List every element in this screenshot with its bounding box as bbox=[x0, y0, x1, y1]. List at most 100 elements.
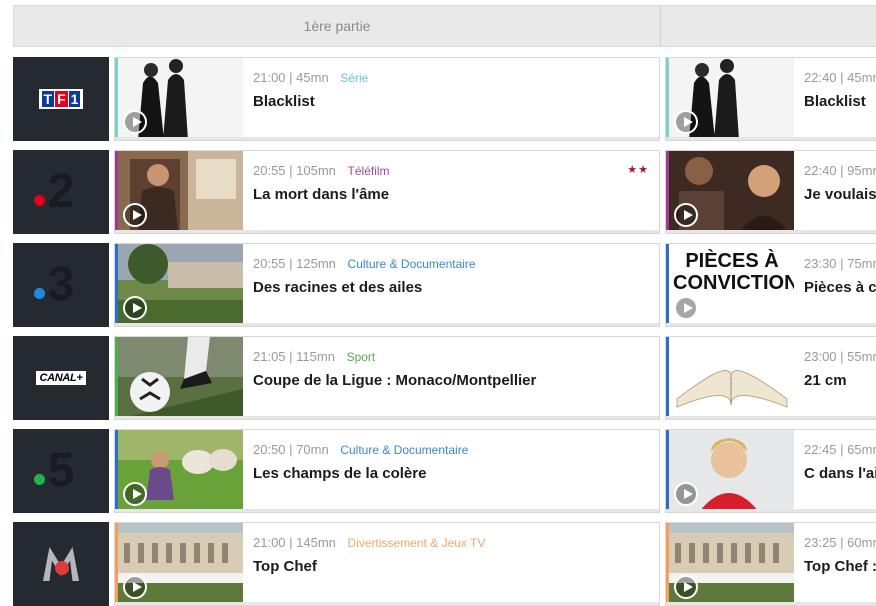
program-card-france3-first[interactable]: 20:55 | 125mn Culture & Documentaire Des… bbox=[114, 243, 660, 327]
program-card-france5-first[interactable]: 20:50 | 70mn Culture & Documentaire Les … bbox=[114, 429, 660, 513]
program-thumbnail[interactable]: PIÈCES À CONVICTION bbox=[669, 244, 794, 326]
program-thumbnail[interactable] bbox=[669, 151, 794, 233]
program-duration: | 95mn bbox=[840, 163, 876, 178]
program-duration: | 45mn bbox=[840, 70, 876, 85]
program-title[interactable]: Les champs de la colère bbox=[253, 465, 426, 482]
progress-track bbox=[115, 509, 659, 512]
m6-logo-icon bbox=[43, 547, 79, 581]
program-card-m6-second[interactable]: 23:25 | 60mn Top Chef : bbox=[665, 522, 876, 606]
thumbnail-caption: PIÈCES À CONVICTION bbox=[673, 250, 794, 294]
program-title[interactable]: Blacklist bbox=[253, 93, 315, 110]
channel-logo-france3[interactable]: 3 bbox=[13, 243, 109, 327]
progress-track bbox=[666, 509, 876, 512]
program-card-tf1-first[interactable]: 21:00 | 45mn Série Blacklist bbox=[114, 57, 660, 141]
program-thumbnail[interactable] bbox=[118, 58, 243, 140]
program-meta: 23:00 | 55mn bbox=[804, 349, 876, 364]
program-card-canalplus-second[interactable]: 23:00 | 55mn 21 cm bbox=[665, 336, 876, 420]
program-meta: 20:55 | 125mn Culture & Documentaire bbox=[253, 256, 476, 271]
program-genre: Divertissement & Jeux TV bbox=[347, 536, 486, 550]
program-duration: | 75mn bbox=[840, 256, 876, 271]
program-thumbnail[interactable] bbox=[669, 337, 794, 419]
program-title[interactable]: Je voulais bbox=[804, 186, 876, 203]
program-meta: 22:45 | 65mn bbox=[804, 442, 876, 457]
program-time: 20:55 bbox=[253, 256, 286, 271]
france3-logo-icon: 3 bbox=[33, 261, 74, 309]
program-title[interactable]: La mort dans l'âme bbox=[253, 186, 389, 203]
channel-logo-france5[interactable]: 5 bbox=[13, 429, 109, 513]
play-icon[interactable] bbox=[674, 296, 698, 320]
program-title[interactable]: Des racines et des ailes bbox=[253, 279, 422, 296]
program-meta: 20:50 | 70mn Culture & Documentaire bbox=[253, 442, 468, 457]
channel-row-france3: 3 20:55 | 125mn Culture & Documentaire D… bbox=[13, 243, 876, 327]
program-duration: | 70mn bbox=[289, 442, 329, 457]
program-card-france3-second[interactable]: PIÈCES À CONVICTION 23:30 | 75mn Pièces … bbox=[665, 243, 876, 327]
program-meta: 21:00 | 45mn Série bbox=[253, 70, 368, 85]
channel-logo-m6[interactable] bbox=[13, 522, 109, 606]
france5-logo-icon: 5 bbox=[33, 447, 74, 495]
program-title[interactable]: 21 cm bbox=[804, 372, 847, 389]
channel-row-france5: 5 20:50 | 70mn Culture & Documentaire Le… bbox=[13, 429, 876, 513]
channel-row-m6: 21:00 | 145mn Divertissement & Jeux TV T… bbox=[13, 522, 876, 606]
program-card-m6-first[interactable]: 21:00 | 145mn Divertissement & Jeux TV T… bbox=[114, 522, 660, 606]
program-duration: | 45mn bbox=[289, 70, 329, 85]
program-thumbnail[interactable] bbox=[118, 430, 243, 512]
program-time: 22:40 bbox=[804, 163, 837, 178]
tf1-logo-icon: T F 1 bbox=[38, 89, 84, 109]
channel-logo-canalplus[interactable]: CANAL+ bbox=[13, 336, 109, 420]
program-thumbnail[interactable] bbox=[669, 58, 794, 140]
program-duration: | 105mn bbox=[289, 163, 336, 178]
program-title[interactable]: Pièces à c bbox=[804, 279, 876, 296]
program-meta: 22:40 | 45mn bbox=[804, 70, 876, 85]
program-time: 23:30 bbox=[804, 256, 837, 271]
program-card-tf1-second[interactable]: 22:40 | 45mn Blacklist bbox=[665, 57, 876, 141]
play-icon[interactable] bbox=[123, 482, 147, 506]
program-thumbnail[interactable] bbox=[669, 523, 794, 605]
program-thumbnail[interactable] bbox=[118, 523, 243, 605]
program-thumbnail[interactable] bbox=[118, 244, 243, 326]
program-thumbnail[interactable] bbox=[669, 430, 794, 512]
program-title[interactable]: Blacklist bbox=[804, 93, 866, 110]
channel-logo-tf1[interactable]: T F 1 bbox=[13, 57, 109, 141]
program-meta: 21:05 | 115mn Sport bbox=[253, 349, 375, 364]
play-icon[interactable] bbox=[123, 296, 147, 320]
program-card-france5-second[interactable]: 22:45 | 65mn C dans l'ai bbox=[665, 429, 876, 513]
program-genre: Téléfilm bbox=[347, 164, 390, 178]
program-title[interactable]: Coupe de la Ligue : Monaco/Montpellier bbox=[253, 372, 536, 389]
play-icon[interactable] bbox=[674, 482, 698, 506]
program-genre: Sport bbox=[346, 350, 376, 364]
play-icon[interactable] bbox=[674, 110, 698, 134]
program-meta: 22:40 | 95mn bbox=[804, 163, 876, 178]
program-thumbnail[interactable] bbox=[118, 151, 243, 233]
program-meta: 23:25 | 60mn bbox=[804, 535, 876, 550]
progress-track bbox=[115, 230, 659, 233]
program-title[interactable]: C dans l'ai bbox=[804, 465, 876, 482]
program-meta: 21:00 | 145mn Divertissement & Jeux TV bbox=[253, 535, 485, 550]
header-first-part: 1ère partie bbox=[14, 6, 661, 46]
program-duration: | 55mn bbox=[840, 349, 876, 364]
play-icon[interactable] bbox=[123, 575, 147, 599]
program-duration: | 65mn bbox=[840, 442, 876, 457]
program-card-canalplus-first[interactable]: 21:05 | 115mn Sport Coupe de la Ligue : … bbox=[114, 336, 660, 420]
program-time: 20:50 bbox=[253, 442, 286, 457]
program-card-france2-second[interactable]: 22:40 | 95mn Je voulais bbox=[665, 150, 876, 234]
program-title[interactable]: Top Chef bbox=[253, 558, 317, 575]
progress-track bbox=[666, 137, 876, 140]
rating-stars-icon: ★★ bbox=[627, 164, 649, 176]
program-duration: | 145mn bbox=[289, 535, 336, 550]
play-icon[interactable] bbox=[674, 575, 698, 599]
progress-track bbox=[115, 416, 659, 419]
program-time: 21:00 bbox=[253, 535, 286, 550]
progress-track bbox=[115, 137, 659, 140]
program-card-france2-first[interactable]: 20:55 | 105mn Téléfilm ★★ La mort dans l… bbox=[114, 150, 660, 234]
program-meta: 20:55 | 105mn Téléfilm bbox=[253, 163, 390, 178]
program-genre: Culture & Documentaire bbox=[347, 257, 476, 271]
program-duration: | 115mn bbox=[289, 349, 335, 364]
program-title[interactable]: Top Chef : bbox=[804, 558, 876, 575]
channel-row-canalplus: CANAL+ 21:05 | 115mn Sport Coupe de la L… bbox=[13, 336, 876, 420]
channel-logo-france2[interactable]: 2 bbox=[13, 150, 109, 234]
progress-track bbox=[666, 323, 876, 326]
program-thumbnail[interactable] bbox=[118, 337, 243, 419]
play-icon[interactable] bbox=[674, 203, 698, 227]
play-icon[interactable] bbox=[123, 110, 147, 134]
play-icon[interactable] bbox=[123, 203, 147, 227]
